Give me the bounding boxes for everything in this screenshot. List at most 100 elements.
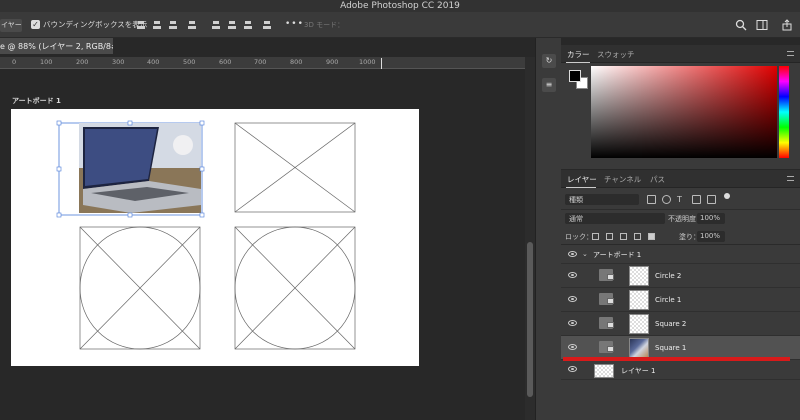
visibility-eye-icon[interactable]: [568, 296, 577, 302]
filter-toggle-icon[interactable]: [724, 193, 730, 199]
fill-input[interactable]: 100%: [697, 231, 725, 242]
lock-artboard-icon[interactable]: [634, 233, 641, 240]
ruler-number: 200: [76, 58, 89, 66]
smart-object-badge-icon: [607, 322, 614, 328]
ruler-number: 600: [219, 58, 232, 66]
vertical-scrollbar-thumb[interactable]: [527, 242, 533, 397]
foreground-color-swatch[interactable]: [569, 70, 581, 82]
tab-paths[interactable]: パス: [650, 174, 665, 185]
type-filter-icon[interactable]: T: [677, 195, 686, 204]
history-icon[interactable]: ↻: [542, 54, 556, 68]
smart-object-badge-icon: [607, 274, 614, 280]
ruler-number: 700: [254, 58, 267, 66]
bounding-box-label: バウンディングボックスを表示: [43, 20, 148, 29]
artboard[interactable]: [11, 109, 419, 366]
tab-channels[interactable]: チャンネル: [604, 174, 641, 185]
square-1-frame[interactable]: [56, 120, 205, 218]
layer-name: Circle 2: [655, 272, 682, 280]
color-picker-field[interactable]: [591, 66, 777, 158]
panel-icon-strip: ↻ ≡: [535, 38, 561, 420]
smart-object-filter-icon[interactable]: [707, 195, 716, 204]
color-panel: カラー スウォッチ: [561, 45, 800, 169]
ruler-cursor-marker: [381, 58, 382, 69]
document-tab[interactable]: e @ 88% (レイヤー 2, RGB/8#) *: [0, 38, 113, 54]
share-icon[interactable]: [781, 19, 793, 31]
align-bottom-icon[interactable]: [243, 20, 253, 30]
visibility-eye-icon[interactable]: [568, 251, 577, 257]
lock-all-icon[interactable]: [648, 233, 655, 240]
properties-icon[interactable]: ≡: [542, 78, 556, 92]
color-panel-tabs: カラー スウォッチ: [561, 45, 800, 63]
distribute-icon[interactable]: [187, 20, 197, 30]
square-2-frame[interactable]: [234, 122, 356, 213]
tab-color[interactable]: カラー: [567, 49, 590, 60]
layer-name: レイヤー 1: [621, 367, 656, 375]
visibility-eye-icon[interactable]: [568, 320, 577, 326]
ruler-number: 300: [112, 58, 125, 66]
3d-mode-label: 3D モード：: [304, 21, 345, 29]
app-title: Adobe Photoshop CC 2019: [340, 1, 460, 11]
more-options-button[interactable]: •••: [285, 19, 304, 29]
blend-mode-select[interactable]: 通常: [565, 213, 665, 224]
shape-filter-icon[interactable]: [692, 195, 701, 204]
opacity-input[interactable]: 100%: [697, 213, 725, 224]
ruler-number: 800: [290, 58, 303, 66]
layer-name: Circle 1: [655, 296, 682, 304]
distribute-vertical-icon[interactable]: [262, 20, 272, 30]
smart-object-badge-icon: [607, 298, 614, 304]
workspace-icon[interactable]: [756, 19, 768, 31]
bounding-box-checkbox[interactable]: ✓: [31, 20, 40, 29]
circle-1-frame[interactable]: [79, 226, 201, 350]
layers-panel-tabs: レイヤー チャンネル パス: [561, 170, 800, 188]
layer-thumbnail: [629, 290, 649, 310]
layer-thumbnail: [594, 364, 614, 378]
filter-kind-select[interactable]: 種類: [565, 194, 639, 205]
visibility-eye-icon[interactable]: [568, 344, 577, 350]
layer-row[interactable]: Square 2: [561, 312, 800, 336]
group-expand-caret-icon[interactable]: ⌄: [582, 250, 588, 258]
ruler-number: 400: [147, 58, 160, 66]
layer-thumbnail: [629, 266, 649, 286]
layer-name: Square 2: [655, 320, 687, 328]
layer-row[interactable]: レイヤー 1: [561, 360, 800, 380]
smart-object-badge-icon: [607, 346, 614, 352]
tab-layers[interactable]: レイヤー: [567, 174, 597, 185]
circle-2-frame[interactable]: [234, 226, 356, 350]
blend-row: 通常 不透明度： 100%: [561, 209, 800, 226]
visibility-eye-icon[interactable]: [568, 272, 577, 278]
tab-swatches[interactable]: スウォッチ: [597, 49, 635, 60]
auto-select-dropdown[interactable]: イヤー: [0, 19, 22, 32]
options-bar: イヤー ✓ バウンディングボックスを表示 ••• 3D モード：: [0, 12, 800, 38]
align-center-icon[interactable]: [152, 20, 162, 30]
lock-label: ロック：: [565, 233, 593, 241]
lock-position-icon[interactable]: [620, 233, 627, 240]
adjustment-filter-icon[interactable]: [662, 195, 671, 204]
ruler-number: 900: [326, 58, 339, 66]
layer-name: Square 1: [655, 344, 687, 352]
ruler-number: 500: [183, 58, 196, 66]
active-tab-underline: [566, 62, 590, 63]
align-left-icon[interactable]: [136, 20, 146, 30]
drop-insertion-line: [563, 357, 790, 361]
panel-menu-icon[interactable]: [787, 176, 794, 181]
lock-transparency-icon[interactable]: [592, 233, 599, 240]
panel-menu-icon[interactable]: [787, 51, 794, 56]
visibility-eye-icon[interactable]: [568, 366, 577, 372]
align-middle-icon[interactable]: [227, 20, 237, 30]
layer-row[interactable]: Circle 2: [561, 264, 800, 288]
search-icon[interactable]: [735, 19, 747, 31]
hue-slider[interactable]: [779, 66, 789, 158]
pixel-filter-icon[interactable]: [647, 195, 656, 204]
layers-panel: レイヤー チャンネル パス 種類 T 通常 不透明度： 100% ロック： 塗り…: [561, 170, 800, 420]
layer-thumbnail: [629, 314, 649, 334]
layer-group-artboard[interactable]: ⌄ アートボード 1: [561, 246, 800, 264]
title-bar: Adobe Photoshop CC 2019: [0, 0, 800, 12]
align-right-icon[interactable]: [168, 20, 178, 30]
artboard-label[interactable]: アートボード 1: [12, 96, 61, 106]
layer-filter-row: 種類 T: [561, 190, 800, 208]
ruler-number: 0: [12, 58, 17, 66]
lock-pixels-icon[interactable]: [606, 233, 613, 240]
align-top-icon[interactable]: [211, 20, 221, 30]
group-name: アートボード 1: [593, 251, 642, 259]
layer-row[interactable]: Circle 1: [561, 288, 800, 312]
